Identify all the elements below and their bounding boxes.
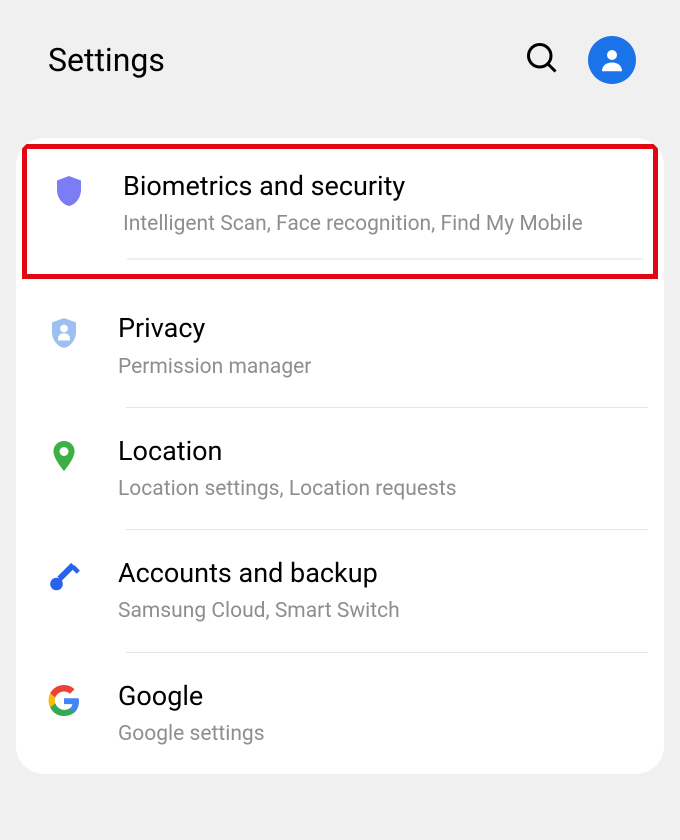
settings-item-text: Google Google settings	[92, 679, 644, 748]
shield-icon	[41, 169, 97, 209]
settings-item-subtitle: Permission manager	[118, 353, 644, 381]
key-icon	[36, 556, 92, 596]
settings-item-subtitle: Google settings	[118, 720, 644, 748]
settings-item-accounts[interactable]: Accounts and backup Samsung Cloud, Smart…	[16, 530, 664, 651]
divider	[127, 258, 643, 260]
settings-item-title: Google	[118, 679, 644, 714]
privacy-shield-icon	[36, 311, 92, 351]
location-pin-icon	[36, 434, 92, 474]
settings-item-google[interactable]: Google Google settings	[16, 653, 664, 774]
header-actions	[524, 36, 636, 84]
settings-card: Biometrics and security Intelligent Scan…	[16, 138, 664, 774]
settings-item-privacy[interactable]: Privacy Permission manager	[16, 285, 664, 406]
settings-item-subtitle: Samsung Cloud, Smart Switch	[118, 597, 644, 625]
settings-item-subtitle: Location settings, Location requests	[118, 475, 644, 503]
page-title: Settings	[48, 41, 165, 79]
google-icon	[36, 679, 92, 719]
settings-item-title: Accounts and backup	[118, 556, 644, 591]
settings-item-text: Biometrics and security Intelligent Scan…	[97, 169, 639, 238]
settings-item-text: Accounts and backup Samsung Cloud, Smart…	[92, 556, 644, 625]
settings-item-biometrics[interactable]: Biometrics and security Intelligent Scan…	[27, 149, 653, 252]
settings-item-text: Privacy Permission manager	[92, 311, 644, 380]
settings-item-title: Location	[118, 434, 644, 469]
highlighted-item: Biometrics and security Intelligent Scan…	[22, 144, 658, 279]
settings-item-title: Biometrics and security	[123, 169, 639, 204]
profile-avatar[interactable]	[588, 36, 636, 84]
settings-item-location[interactable]: Location Location settings, Location req…	[16, 408, 664, 529]
search-icon[interactable]	[524, 40, 560, 80]
settings-item-subtitle: Intelligent Scan, Face recognition, Find…	[123, 210, 639, 238]
settings-item-text: Location Location settings, Location req…	[92, 434, 644, 503]
settings-item-title: Privacy	[118, 311, 644, 346]
header: Settings	[0, 0, 680, 120]
